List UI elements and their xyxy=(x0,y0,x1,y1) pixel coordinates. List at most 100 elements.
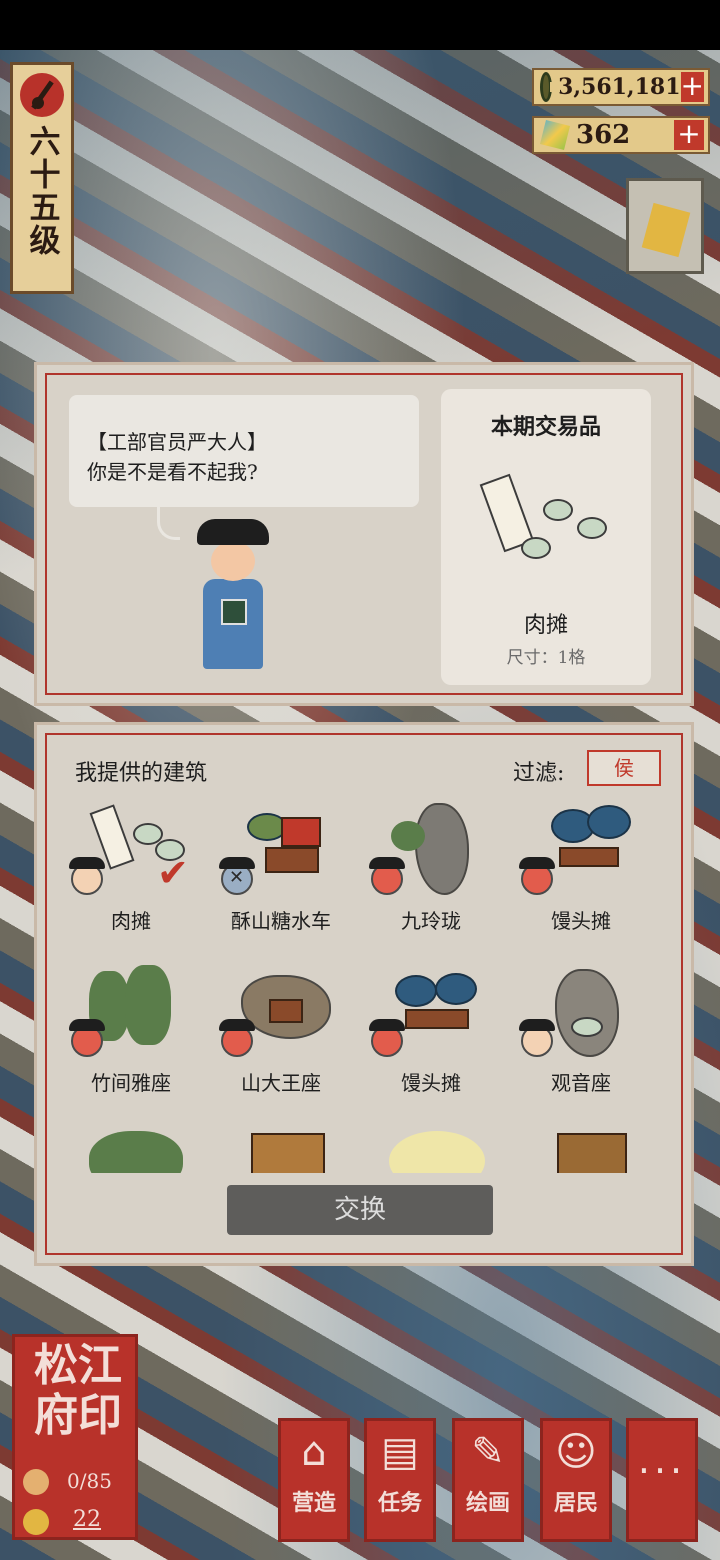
jade-icon xyxy=(540,120,570,150)
nav-build-label: 营造 xyxy=(291,1490,336,1516)
resident-count: 0/85 xyxy=(67,1469,112,1493)
nav-resident-button[interactable]: ☺ 居民 xyxy=(540,1418,612,1542)
jade-value: 362 xyxy=(576,120,631,150)
npc-face-sad-icon xyxy=(69,857,105,895)
painting-icon: ✎ xyxy=(471,1429,505,1475)
official-face xyxy=(211,541,255,581)
building-guanyin-seat[interactable]: 观音座 xyxy=(507,959,655,1109)
player-level-banner[interactable]: 六十五级 xyxy=(10,62,74,294)
cart xyxy=(265,847,319,873)
status-bar xyxy=(0,0,720,50)
filter-button[interactable]: 侯 xyxy=(587,750,661,786)
cart xyxy=(281,817,321,847)
building-name: 九玲珑 xyxy=(401,909,461,933)
building-name: 山大王座 xyxy=(241,1071,321,1095)
nav-task-label: 任务 xyxy=(377,1490,422,1516)
trade-item-size: 尺寸：1格 xyxy=(506,648,586,668)
seal-level: 22 xyxy=(73,1507,101,1532)
npc-face-happy-icon xyxy=(369,1019,405,1057)
house-image xyxy=(535,1127,635,1173)
building-bun-stall-2[interactable]: 馒头摊 xyxy=(357,959,505,1109)
nav-build-button[interactable]: ⌂ 营造 xyxy=(278,1418,350,1542)
umbrella xyxy=(587,805,631,839)
dialog-bubble: 【工部官员严大人】 你是不是看不起我? xyxy=(69,395,419,507)
building-grid[interactable]: ✔ 肉摊 酥山糖水车 九玲珑 xyxy=(57,797,667,1173)
umbrella xyxy=(395,975,437,1007)
cart xyxy=(405,1009,469,1029)
basin xyxy=(571,1017,603,1037)
npc-face-sad-icon xyxy=(519,1019,555,1057)
building-partial-blossom[interactable] xyxy=(357,1121,505,1173)
filter-label: 过滤: xyxy=(513,761,565,786)
building-partial-pavilion[interactable] xyxy=(207,1121,355,1173)
pavilion xyxy=(251,1133,325,1173)
rock xyxy=(415,803,469,895)
selected-check-icon: ✔ xyxy=(157,851,189,895)
building-name: 观音座 xyxy=(551,1071,611,1095)
building-name: 酥山糖水车 xyxy=(231,909,331,933)
nav-task-button[interactable]: ▤ 任务 xyxy=(364,1418,436,1542)
npc-face-happy-icon xyxy=(219,1019,255,1057)
resident-icon xyxy=(23,1469,49,1495)
dialog-speaker: 【工部官员严大人】 xyxy=(87,430,267,454)
meat-stall-image xyxy=(479,473,611,577)
building-name: 竹间雅座 xyxy=(91,1071,171,1095)
build-icon: ⌂ xyxy=(301,1429,327,1475)
building-jiulinglong[interactable]: 九玲珑 xyxy=(357,797,505,947)
stall-pot xyxy=(543,499,573,521)
stall-pot xyxy=(577,517,607,539)
building-bamboo-seat[interactable]: 竹间雅座 xyxy=(57,959,205,1109)
rock xyxy=(555,969,619,1057)
trade-panel: 【工部官员严大人】 你是不是看不起我? 本期交易品 肉摊 尺寸：1格 xyxy=(34,362,694,706)
npc-face-happy-icon xyxy=(69,1019,105,1057)
cart xyxy=(269,999,303,1023)
trees-image xyxy=(85,1127,185,1173)
jade-counter: 362 + xyxy=(532,116,710,154)
building-partial-trees[interactable] xyxy=(57,1121,205,1173)
add-coins-button[interactable]: + xyxy=(680,72,704,102)
player-level: 六十五级 xyxy=(23,125,60,257)
add-jade-button[interactable]: + xyxy=(674,120,704,150)
building-sweet-drink-cart[interactable]: 酥山糖水车 xyxy=(207,797,355,947)
brush-icon xyxy=(20,73,64,117)
trade-item-title: 本期交易品 xyxy=(490,414,601,440)
tree xyxy=(391,821,425,851)
coins-value: 3,561,181 xyxy=(558,74,681,100)
building-mountain-king-seat[interactable]: 山大王座 xyxy=(207,959,355,1109)
building-meat-stall[interactable]: ✔ 肉摊 xyxy=(57,797,205,947)
building-offer-panel: 我提供的建筑 过滤: 侯 ✔ 肉摊 酥山糖水车 xyxy=(34,722,694,1266)
building-bun-stall[interactable]: 馒头摊 xyxy=(507,797,655,947)
exchange-button[interactable]: 交换 xyxy=(227,1185,493,1235)
announcement-scroll-icon[interactable] xyxy=(626,178,704,274)
tree xyxy=(125,965,171,1045)
nav-more-button[interactable]: ··· xyxy=(626,1418,698,1542)
dialog-text: 你是不是看不起我? xyxy=(87,460,258,484)
trade-item-card[interactable]: 本期交易品 肉摊 尺寸：1格 xyxy=(441,389,651,685)
stall-pot xyxy=(521,537,551,559)
building-name: 馒头摊 xyxy=(401,1071,461,1095)
tree xyxy=(89,1131,183,1173)
building-partial-house[interactable] xyxy=(507,1121,655,1173)
npc-face-happy-icon xyxy=(519,857,555,895)
official-badge xyxy=(221,599,247,625)
scroll-icon: ▤ xyxy=(381,1429,419,1475)
nav-resident-label: 居民 xyxy=(553,1490,598,1516)
blossom-tree-image xyxy=(385,1127,485,1173)
prefecture-seal[interactable]: 松江府印 0/85 22 xyxy=(12,1334,138,1540)
coins-counter: 3,561,181 + xyxy=(532,68,710,106)
resident-icon: ☺ xyxy=(555,1429,597,1475)
seal-title: 松江府印 xyxy=(34,1340,122,1441)
npc-face-unavailable-icon xyxy=(219,857,255,895)
npc-face-happy-icon xyxy=(369,857,405,895)
more-icon: ··· xyxy=(637,1449,687,1493)
nav-paint-button[interactable]: ✎ 绘画 xyxy=(452,1418,524,1542)
building-name: 肉摊 xyxy=(111,909,151,933)
offer-heading: 我提供的建筑 xyxy=(75,761,208,786)
blossom xyxy=(389,1131,485,1173)
pavilion-image xyxy=(235,1127,335,1173)
coin-icon xyxy=(23,1509,49,1535)
coin-icon xyxy=(540,72,561,102)
official-hat xyxy=(197,519,269,545)
cart xyxy=(559,847,619,867)
house xyxy=(557,1133,627,1173)
